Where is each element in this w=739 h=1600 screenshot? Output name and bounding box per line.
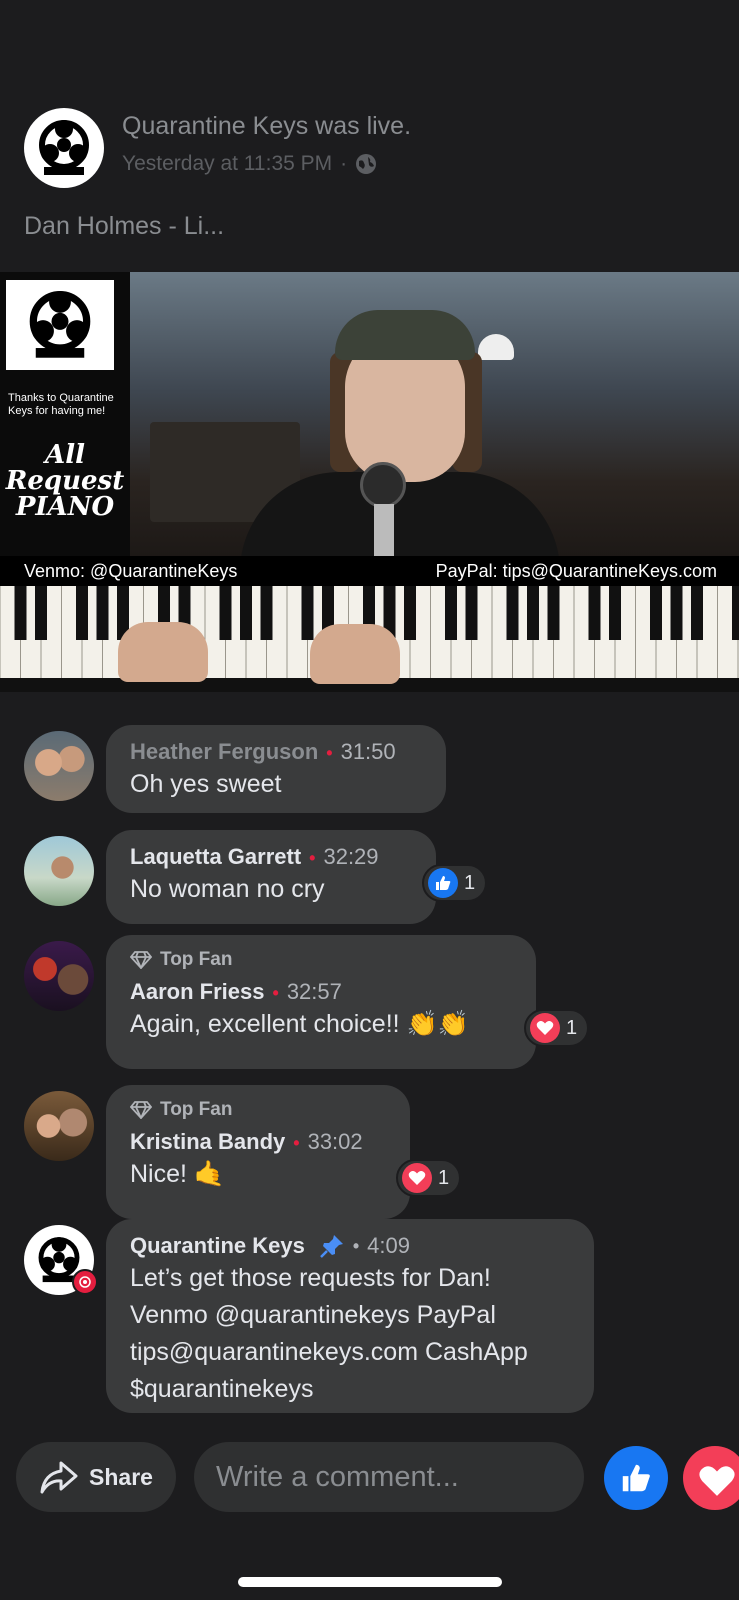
post-timestamp[interactable]: Yesterday at 11:35 PM — [122, 152, 332, 176]
share-button[interactable]: Share — [16, 1442, 176, 1512]
comment-author[interactable]: Aaron Friess — [130, 979, 265, 1004]
like-reaction-icon — [428, 868, 458, 898]
comment-bubble[interactable]: Quarantine Keys • 4:09 Let’s get those re… — [106, 1219, 594, 1413]
reaction-count-value: 1 — [438, 1166, 450, 1189]
comment-text: No woman no cry — [130, 875, 325, 903]
page-avatar[interactable] — [24, 108, 104, 188]
comment-bubble[interactable]: Laquetta Garrett • 32:29 No woman no cry — [106, 830, 436, 924]
share-icon — [40, 1461, 78, 1494]
caption-venmo: Venmo: @QuarantineKeys — [24, 561, 238, 581]
avatar[interactable] — [24, 1091, 94, 1161]
post-header: Quarantine Keys was live. Yesterday at 1… — [24, 108, 714, 188]
separator-dot: • — [309, 848, 316, 868]
comment-time[interactable]: 32:29 — [323, 844, 378, 869]
lamp — [478, 334, 514, 360]
diamond-icon — [130, 1101, 152, 1119]
top-fan-badge: Top Fan — [130, 1099, 386, 1121]
globe-icon — [356, 154, 377, 174]
reaction-count-value: 1 — [464, 871, 476, 894]
overlay-brand: All Request PIANO — [5, 440, 125, 522]
post-text[interactable]: Dan Holmes - Li... — [24, 212, 224, 241]
comment-text: Nice! 🤙 — [130, 1160, 226, 1188]
love-reaction-icon — [402, 1163, 432, 1193]
comment-time[interactable]: 33:02 — [308, 1129, 363, 1154]
post-action: was live. — [315, 112, 412, 140]
separator-dot: • — [293, 1133, 300, 1153]
like-button[interactable] — [604, 1446, 668, 1510]
comment-author[interactable]: Kristina Bandy — [130, 1129, 285, 1154]
comment-text-line: Let’s get those requests for Dan! — [130, 1264, 491, 1292]
biohazard-icon — [39, 120, 89, 175]
comment-author[interactable]: Laquetta Garrett — [130, 844, 301, 869]
separator-dot: • — [326, 743, 333, 763]
post-meta: Yesterday at 11:35 PM · — [122, 152, 377, 176]
comment-author[interactable]: Quarantine Keys — [130, 1233, 305, 1259]
comment-bubble[interactable]: Top Fan Aaron Friess • 32:57 Again, excell… — [106, 935, 536, 1069]
reaction-count[interactable]: 1 — [422, 864, 488, 902]
comment-text-line: tips@quarantinekeys.com CashApp — [130, 1338, 528, 1366]
love-button[interactable] — [683, 1446, 739, 1510]
reaction-count[interactable]: 1 — [524, 1009, 590, 1047]
overlay-thanks: Thanks to Quarantine Keys for having me! — [8, 392, 114, 417]
thumbs-up-icon — [622, 1464, 650, 1492]
love-reaction-icon — [530, 1013, 560, 1043]
comment-text-line: $quarantinekeys — [130, 1375, 314, 1403]
overlay-logo — [6, 280, 114, 370]
top-fan-badge: Top Fan — [130, 949, 512, 971]
bottom-action-bar: Share — [0, 1440, 739, 1520]
comment-input[interactable] — [194, 1442, 584, 1512]
home-indicator[interactable] — [238, 1577, 502, 1587]
comment-time[interactable]: 31:50 — [341, 739, 396, 764]
diamond-icon — [130, 951, 152, 969]
comment-text: Oh yes sweet — [130, 770, 282, 798]
share-label: Share — [89, 1463, 153, 1490]
right-hand — [310, 624, 400, 684]
biohazard-icon — [29, 291, 91, 358]
separator-dot: • — [272, 983, 279, 1003]
comment-text-line: Venmo @quarantinekeys PayPal — [130, 1301, 496, 1329]
meta-separator: · — [340, 152, 348, 175]
comment-bubble[interactable]: Top Fan Kristina Bandy • 33:02 Nice! 🤙 — [106, 1085, 410, 1219]
comment-text: Again, excellent choice!! 👏👏 — [130, 1010, 469, 1038]
avatar[interactable] — [24, 941, 94, 1011]
page-name[interactable]: Quarantine Keys — [122, 112, 308, 140]
comment-author[interactable]: Heather Ferguson — [130, 739, 318, 764]
separator-dot: • — [352, 1235, 360, 1256]
caption-paypal: PayPal: tips@QuarantineKeys.com — [435, 561, 717, 581]
pin-icon — [319, 1235, 343, 1258]
performer-hat — [335, 310, 475, 360]
top-fan-label: Top Fan — [160, 949, 233, 970]
video-caption-bar: Venmo: @QuarantineKeys PayPal: tips@Quar… — [0, 556, 739, 586]
reaction-count[interactable]: 1 — [396, 1159, 462, 1197]
top-fan-label: Top Fan — [160, 1099, 233, 1120]
microphone — [360, 462, 406, 508]
avatar[interactable] — [24, 731, 94, 801]
comment-bubble[interactable]: Heather Ferguson • 31:50 Oh yes sweet — [106, 725, 446, 813]
left-hand — [118, 622, 208, 682]
heart-icon — [699, 1466, 735, 1496]
comment-time[interactable]: 4:09 — [367, 1233, 410, 1259]
avatar[interactable] — [24, 836, 94, 906]
video-sidebar-overlay: Thanks to Quarantine Keys for having me!… — [0, 272, 130, 572]
live-icon — [72, 1269, 98, 1295]
reaction-count-value: 1 — [566, 1016, 578, 1039]
live-video[interactable]: Thanks to Quarantine Keys for having me!… — [0, 272, 739, 692]
comment-time[interactable]: 32:57 — [287, 979, 342, 1004]
